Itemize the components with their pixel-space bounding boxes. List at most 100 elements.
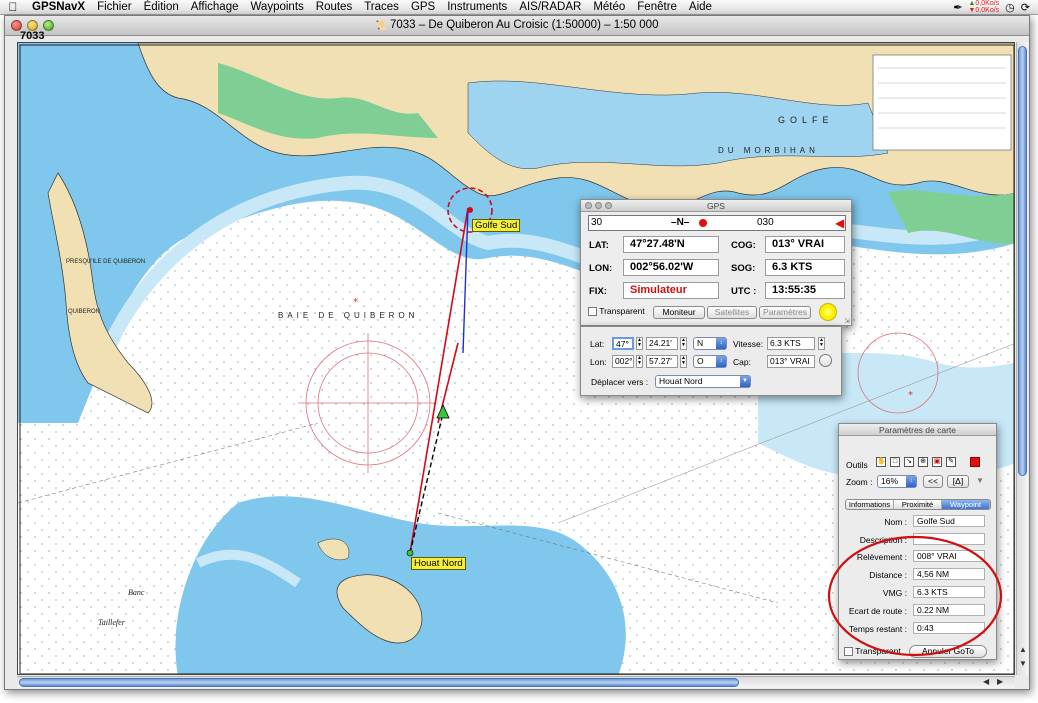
sync-icon[interactable]: ⟳: [1021, 1, 1030, 14]
menu-meteo[interactable]: Météo: [587, 1, 631, 13]
sim-lon-deg-stepper[interactable]: ▲ ▼: [636, 355, 643, 368]
route-tool-icon[interactable]: ↘: [904, 457, 914, 467]
svg-text:*: *: [908, 390, 913, 401]
sim-move-to-select[interactable]: Houat Nord ▼: [655, 375, 751, 388]
sim-lon-hemisphere-select[interactable]: O ↕: [693, 355, 727, 368]
waypoint-label-houat-nord[interactable]: Houat Nord: [411, 557, 466, 570]
tools-label: Outils: [846, 460, 868, 470]
cancel-goto-button[interactable]: Annuler GoTo: [909, 645, 987, 658]
sim-lat-deg-field[interactable]: 47°: [612, 337, 634, 350]
scroll-right-icon[interactable]: ▶: [997, 677, 1003, 686]
gps-panel-title: GPS: [707, 201, 725, 211]
nom-value[interactable]: Golfe Sud: [913, 515, 985, 527]
waypoint-tool-icon[interactable]: ⊕: [918, 457, 928, 467]
menu-waypoints[interactable]: Waypoints: [245, 1, 310, 13]
quiberon-label: QUIBERON: [68, 309, 100, 315]
params-transparent-label: Transparent: [855, 646, 901, 656]
params-tabs: Informations Proximité Waypoint: [845, 499, 991, 510]
compass-left-value: 30: [591, 217, 603, 228]
sim-move-to-label: Déplacer vers :: [591, 377, 649, 387]
banc-label: Banc: [128, 588, 145, 597]
horizontal-scroll-thumb[interactable]: [19, 678, 739, 687]
pencil-tool-icon[interactable]: ✎: [946, 457, 956, 467]
tab-waypoint[interactable]: Waypoint: [942, 500, 990, 509]
menu-aide[interactable]: Aide: [683, 1, 718, 13]
morbihan-label: DU MORBIHAN: [718, 146, 819, 155]
chart-parameters-panel: Paramètres de carte Outils ✋ □ ↘ ⊕ ▣ ✎ Z…: [838, 423, 997, 660]
hand-tool-icon[interactable]: ✋: [876, 457, 886, 467]
distance-label: Distance :: [869, 570, 907, 580]
scroll-up-icon[interactable]: ▲: [1019, 645, 1027, 654]
lat-value: 47°27.48'N: [623, 236, 719, 253]
description-value[interactable]: [913, 533, 985, 545]
sim-lon-min-stepper[interactable]: ▲ ▼: [680, 355, 687, 368]
sim-speed-stepper[interactable]: ▲ ▼: [818, 337, 825, 350]
zoom-back-button[interactable]: <<: [923, 475, 943, 488]
menu-traces[interactable]: Traces: [358, 1, 405, 13]
zoom-label: Zoom :: [846, 477, 873, 487]
menu-routes[interactable]: Routes: [310, 1, 358, 13]
sim-speed-field[interactable]: 6.3 KTS: [767, 337, 815, 350]
sim-lon-min-field[interactable]: 57.27': [646, 355, 678, 368]
sim-lat-min-stepper[interactable]: ▲ ▼: [680, 337, 687, 350]
cog-label: COG:: [731, 240, 756, 251]
menu-instruments[interactable]: Instruments: [441, 1, 513, 13]
select-tool-icon[interactable]: □: [890, 457, 900, 467]
gps-resize-grip-icon[interactable]: ⇲: [844, 317, 850, 325]
monitor-button[interactable]: Moniteur: [653, 306, 705, 319]
gps-close-button[interactable]: [585, 202, 592, 209]
vertical-scroll-thumb[interactable]: [1018, 46, 1027, 476]
chart-parameters-title[interactable]: Paramètres de carte: [839, 424, 996, 436]
sim-lon-deg-field[interactable]: 002°: [612, 355, 634, 368]
panel-expand-icon[interactable]: ▼: [976, 476, 984, 485]
gps-zoom-button[interactable]: [605, 202, 612, 209]
utc-label: UTC :: [731, 286, 757, 297]
scroll-down-icon[interactable]: ▼: [1019, 659, 1027, 668]
gps-transparent-option[interactable]: Transparent: [588, 306, 645, 317]
tab-proximite[interactable]: Proximité: [894, 500, 942, 509]
zoom-select[interactable]: 16% ↕: [877, 475, 917, 488]
gps-status-indicator-icon: [819, 303, 837, 321]
sim-lat-hemisphere-select[interactable]: N ↕: [693, 337, 727, 350]
gps-minimize-button[interactable]: [595, 202, 602, 209]
sim-lat-min-field[interactable]: 24.21': [646, 337, 678, 350]
compass-north: –N–: [671, 217, 690, 228]
network-monitor: ▲0,0Ko/s ▼0,0Ko/s: [968, 0, 1000, 14]
simulator-panel: Lat: 47° ▲ ▼ 24.21' ▲ ▼ N ↕ Vitesse: 6.3 KT…: [580, 326, 842, 396]
compass-position-marker: [699, 219, 707, 227]
menu-fichier[interactable]: Fichier: [91, 1, 138, 13]
stop-tool-icon[interactable]: [970, 457, 980, 467]
menu-affichage[interactable]: Affichage: [185, 1, 245, 13]
vertical-scrollbar[interactable]: ▲ ▼: [1016, 42, 1028, 675]
svg-text:*: *: [353, 297, 358, 308]
menu-fenetre[interactable]: Fenêtre: [631, 1, 683, 13]
parameters-button[interactable]: Paramètres: [759, 306, 811, 319]
gps-panel-titlebar[interactable]: GPS: [581, 200, 851, 212]
chart-document-icon: 📜: [375, 20, 387, 30]
scroll-left-icon[interactable]: ◀: [983, 677, 989, 686]
vmg-value: 6.3 KTS: [913, 586, 985, 598]
menu-edition[interactable]: Édition: [138, 1, 185, 13]
mark-tool-icon[interactable]: ▣: [932, 457, 942, 467]
params-transparent-option[interactable]: Transparent: [844, 646, 901, 657]
sim-lat-deg-stepper[interactable]: ▲ ▼: [636, 337, 643, 350]
script-icon[interactable]: ✒: [953, 1, 962, 14]
menu-ais-radar[interactable]: AIS/RADAR: [513, 1, 587, 13]
bearing-label: Relèvement :: [856, 552, 907, 562]
tab-informations[interactable]: Informations: [846, 500, 894, 509]
net-down: 0,0Ko/s: [975, 7, 1000, 14]
zoom-delta-button[interactable]: [Δ]: [947, 475, 969, 488]
window-titlebar[interactable]: 📜 7033 – De Quiberon Au Croisic (1:50000…: [5, 16, 1029, 36]
sim-cap-field[interactable]: 013° VRAI: [767, 355, 815, 368]
params-transparent-checkbox[interactable]: [844, 647, 853, 657]
time-machine-icon[interactable]: ◷: [1005, 1, 1015, 14]
sim-cap-dial-icon[interactable]: [819, 354, 832, 367]
apple-menu-icon[interactable]: : [0, 0, 26, 14]
satellites-button[interactable]: Satellites: [707, 306, 757, 319]
distance-value: 4,56 NM: [913, 568, 985, 580]
horizontal-scrollbar[interactable]: ◀ ▶: [17, 676, 1015, 688]
gps-transparent-checkbox[interactable]: [588, 307, 597, 317]
waypoint-label-golfe-sud[interactable]: Golfe Sud: [472, 219, 521, 232]
menu-app[interactable]: GPSNavX: [26, 1, 91, 13]
menu-gps[interactable]: GPS: [405, 1, 441, 13]
